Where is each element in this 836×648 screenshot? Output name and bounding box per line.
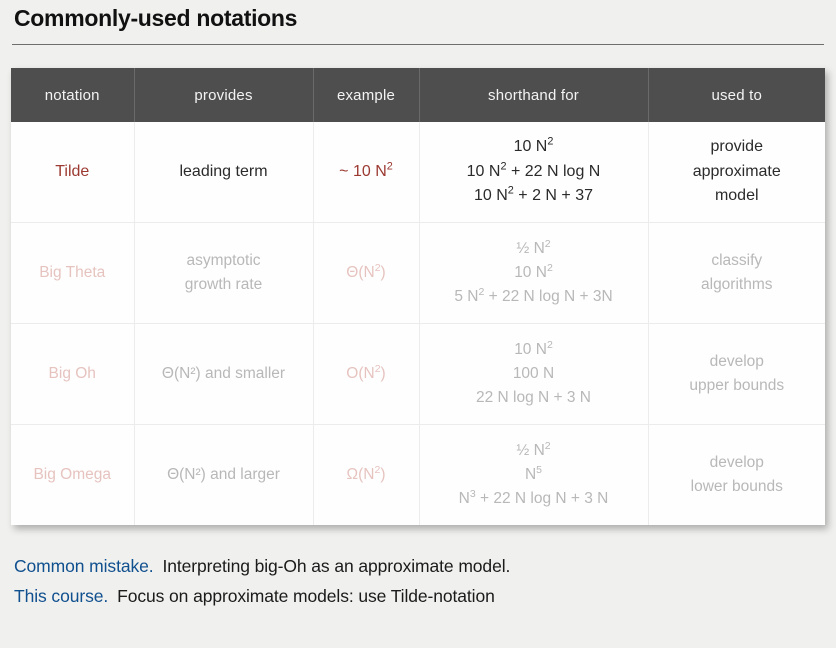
used-to-line: lower bounds	[690, 478, 783, 495]
cell-example: Θ(N2)	[313, 222, 420, 324]
provides-line: leading term	[179, 162, 268, 180]
shorthand-line: 5 N2 + 22 N log N + 3N	[420, 285, 648, 309]
example-text: O(N	[346, 364, 375, 382]
cell-used-to: provide approximate model	[648, 122, 825, 223]
footnote-lead: Common mistake.	[14, 556, 154, 576]
footnote-text: Focus on approximate models: use Tilde-n…	[117, 586, 495, 606]
cell-provides: Θ(N²) and smaller	[134, 323, 314, 425]
table-body: Tilde leading term ~ 10 N2 10 N2 10 N2 + 22 …	[11, 122, 825, 525]
cell-notation: Big Omega	[11, 424, 135, 525]
shorthand-base: 5 N	[454, 288, 479, 305]
shorthand-base: 100 N	[512, 364, 555, 382]
shorthand-line: ½ N2	[420, 237, 648, 261]
cell-used-to: develop lower bounds	[648, 425, 825, 526]
shorthand-base: 10 N	[514, 263, 547, 281]
table-row: Tilde leading term ~ 10 N2 10 N2 10 N2 + 22 …	[11, 122, 825, 223]
shorthand-line: 10 N2	[420, 261, 648, 285]
table-row: Big Oh Θ(N²) and smaller O(N2) 10 N2 100 N 22…	[11, 323, 825, 425]
table-row: Big Omega Θ(N²) and larger Ω(N2) ½ N2 N5 N3 +…	[11, 424, 825, 526]
column-header-used-to: used to	[711, 86, 763, 104]
column-header-notation: notation	[11, 68, 135, 122]
slide-title: Commonly-used notations	[14, 5, 298, 31]
shorthand-base: 10 N	[514, 340, 547, 358]
used-to-line: upper bounds	[689, 377, 785, 394]
cell-used-to: classify algorithms	[648, 223, 825, 324]
used-to-line: classify	[711, 251, 763, 269]
shorthand-base: 22 N log N + 3 N	[475, 389, 592, 406]
shorthand-exponent: 2	[546, 261, 553, 274]
cell-used-to: develop upper bounds	[648, 324, 825, 425]
used-to-line: provide	[710, 137, 763, 155]
used-to-line: develop	[709, 453, 764, 471]
shorthand-base: N	[524, 465, 537, 483]
cell-notation: Big Oh	[11, 323, 135, 425]
shorthand-tail: + 2 N + 37	[513, 187, 594, 205]
shorthand-line: 100 N	[420, 362, 648, 386]
title-divider	[12, 44, 824, 45]
shorthand-line: 10 N2 + 22 N log N	[420, 160, 648, 185]
footnote-line: Common mistake. Interpreting big-Oh as an…	[14, 556, 826, 577]
used-to-line: approximate	[692, 162, 781, 180]
shorthand-exponent: 2	[544, 439, 551, 452]
cell-shorthand: ½ N2 10 N2 5 N2 + 22 N log N + 3N	[419, 222, 649, 324]
provides-line: growth rate	[184, 276, 263, 293]
shorthand-base: 10 N	[473, 187, 508, 205]
cell-example: Ω(N2)	[313, 424, 420, 525]
table-header-row: notation provides example shorthand for …	[11, 68, 825, 122]
used-to-line: algorithms	[701, 276, 773, 293]
footnote-line: This course. Focus on approximate models:…	[14, 586, 826, 607]
provides-line: Θ(N²) and larger	[167, 465, 280, 483]
column-header-provides: provides	[134, 68, 314, 122]
shorthand-exponent: 2	[547, 135, 554, 148]
example-text: Ω(N	[346, 465, 375, 483]
example-suffix: )	[380, 465, 386, 483]
shorthand-base: ½ N	[516, 441, 545, 459]
footnote-lead: This course.	[14, 586, 109, 606]
shorthand-line: N5	[420, 463, 648, 487]
used-to-line: model	[714, 187, 759, 205]
example-suffix: )	[380, 263, 386, 281]
shorthand-base: N	[458, 490, 470, 507]
example-suffix: )	[380, 364, 386, 382]
footnote-text: Interpreting big-Oh as an approximate mo…	[162, 556, 511, 576]
shorthand-base: ½ N	[516, 239, 545, 257]
cell-provides: asymptotic growth rate	[134, 222, 314, 324]
shorthand-base: 10 N	[466, 162, 501, 180]
used-to-line: develop	[709, 352, 764, 370]
notations-table-container: notation provides example shorthand for …	[11, 68, 825, 525]
cell-shorthand: 10 N2 10 N2 + 22 N log N 10 N2 + 2 N + 37	[419, 122, 649, 223]
cell-shorthand: 10 N2 100 N 22 N log N + 3 N	[419, 323, 649, 425]
shorthand-line: N3 + 22 N log N + 3 N	[420, 487, 648, 511]
example-exponent: 2	[386, 160, 393, 173]
shorthand-exponent: 5	[536, 463, 543, 476]
shorthand-exponent: 2	[546, 338, 553, 351]
cell-provides: leading term	[134, 122, 314, 223]
shorthand-line: 10 N2	[420, 135, 648, 160]
shorthand-line: 10 N2 + 2 N + 37	[420, 184, 648, 209]
shorthand-line: 22 N log N + 3 N	[420, 386, 648, 410]
table-header: notation provides example shorthand for …	[11, 68, 825, 122]
column-header-example: example	[313, 68, 420, 122]
notations-table: notation provides example shorthand for …	[11, 68, 825, 525]
example-text: Θ(N	[346, 263, 375, 281]
shorthand-line: ½ N2	[420, 439, 648, 463]
footnotes: Common mistake. Interpreting big-Oh as an…	[14, 556, 826, 616]
column-header-shorthand: shorthand for	[419, 68, 649, 122]
shorthand-tail: + 22 N log N	[506, 162, 601, 180]
shorthand-exponent: 2	[544, 237, 551, 250]
provides-line: asymptotic	[186, 251, 261, 269]
cell-example: O(N2)	[313, 323, 420, 425]
cell-notation: Tilde	[11, 122, 135, 223]
cell-example: ~ 10 N2	[313, 122, 420, 223]
table-row: Big Theta asymptotic growth rate Θ(N2) ½ N2 1…	[11, 222, 825, 324]
cell-notation: Big Theta	[11, 222, 135, 324]
shorthand-tail: + 22 N log N + 3N	[484, 288, 613, 305]
cell-provides: Θ(N²) and larger	[134, 424, 314, 525]
example-text: ~ 10 N	[339, 162, 387, 180]
provides-line: Θ(N²) and smaller	[161, 364, 286, 382]
shorthand-base: 10 N	[513, 137, 548, 155]
shorthand-line: 10 N2	[420, 338, 648, 362]
cell-shorthand: ½ N2 N5 N3 + 22 N log N + 3 N	[419, 424, 649, 525]
shorthand-tail: + 22 N log N + 3 N	[475, 490, 609, 507]
